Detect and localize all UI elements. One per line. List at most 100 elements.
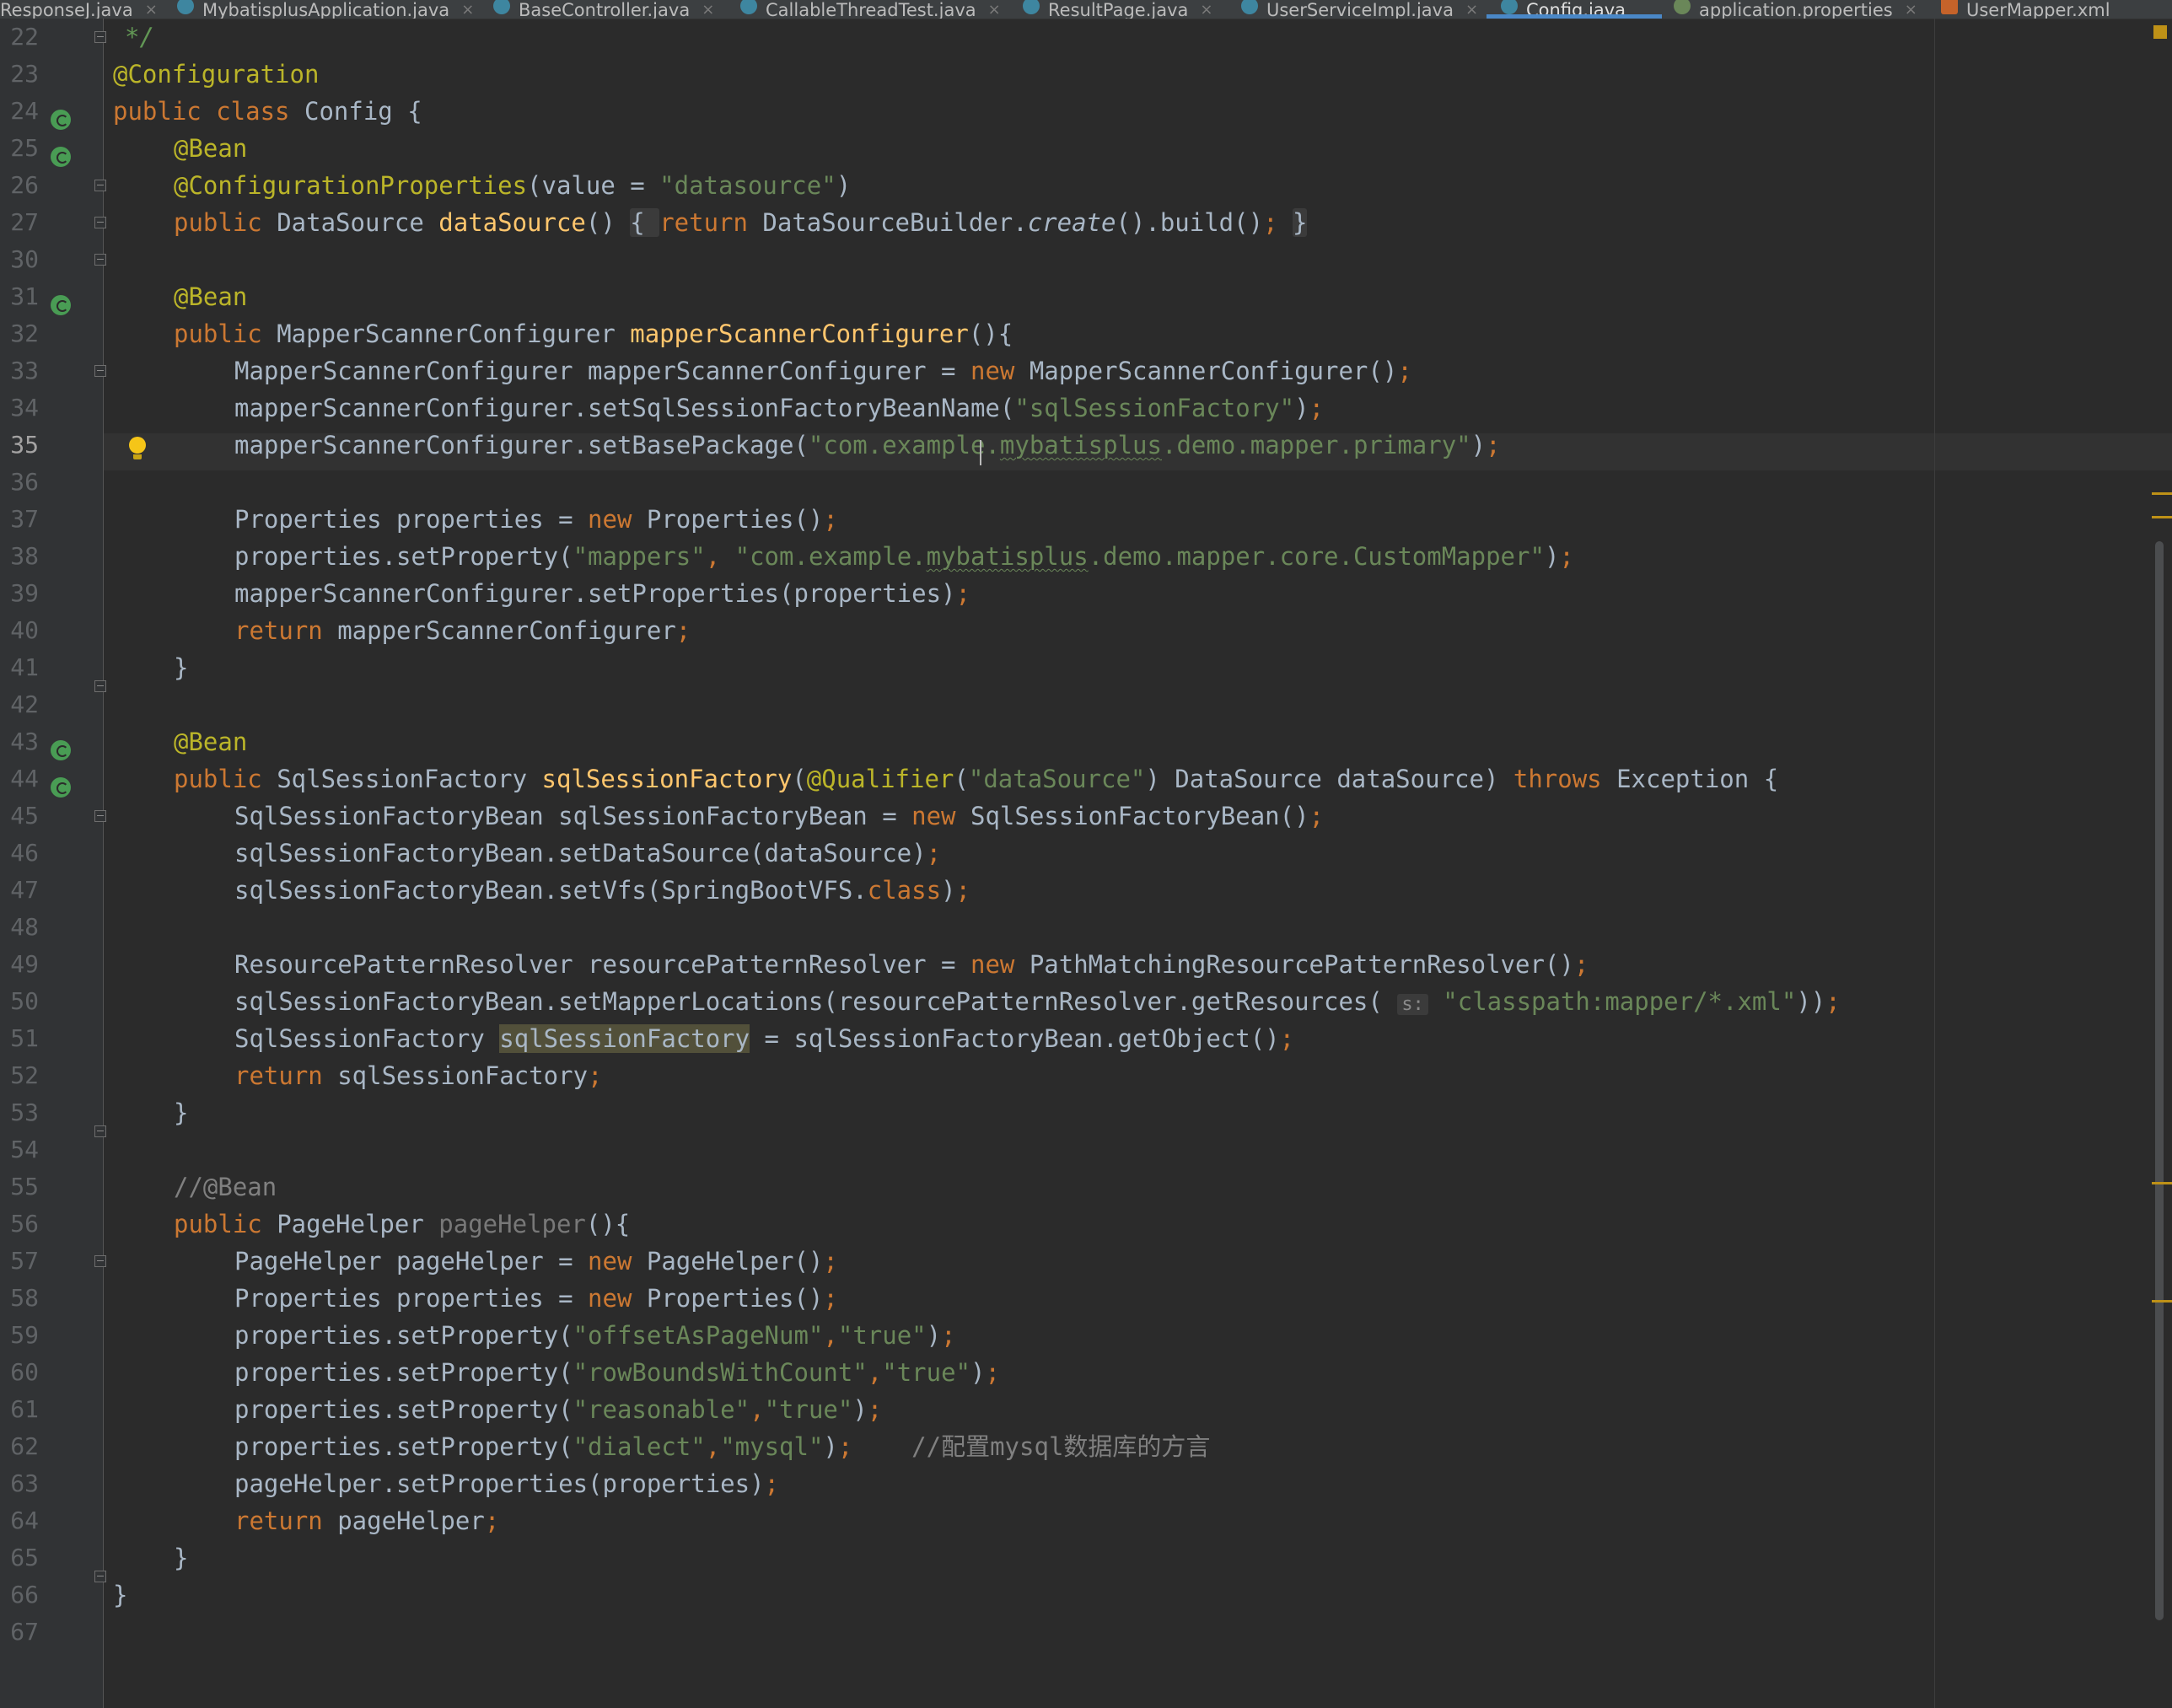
line-number: 23 <box>10 60 39 88</box>
line-number: 45 <box>10 802 39 830</box>
code-text[interactable]: */ <box>125 19 154 56</box>
code-text[interactable]: Properties properties = new Properties()… <box>234 1280 838 1317</box>
line-number: 31 <box>10 282 39 310</box>
line-number: 25 <box>10 134 39 162</box>
close-icon[interactable]: × <box>461 3 474 18</box>
code-text[interactable]: } <box>113 1576 127 1614</box>
code-text[interactable]: return pageHelper; <box>234 1502 499 1539</box>
code-text[interactable]: MapperScannerConfigurer mapperScannerCon… <box>234 352 1412 389</box>
tab-application-properties[interactable]: application.properties × <box>1674 0 1917 19</box>
code-text[interactable]: properties.setProperty("reasonable","tru… <box>234 1391 882 1428</box>
line-number: 61 <box>10 1395 39 1423</box>
code-text[interactable]: properties.setProperty("rowBoundsWithCou… <box>234 1354 1000 1391</box>
code-text[interactable]: @ConfigurationProperties(value = "dataso… <box>174 167 851 204</box>
tab-label: ResultPage.java <box>1048 0 1189 19</box>
code-line: 67 <box>0 1614 2172 1651</box>
code-text[interactable]: pageHelper.setProperties(properties); <box>234 1465 779 1502</box>
line-number: 32 <box>10 320 39 347</box>
code-text[interactable]: public MapperScannerConfigurer mapperSca… <box>174 315 1013 352</box>
tab-callable-thread-test[interactable]: CallableThreadTest.java × <box>740 0 1001 19</box>
line-number: 65 <box>10 1544 39 1571</box>
tab-base-controller[interactable]: BaseController.java × <box>493 0 714 19</box>
scrollbar-thumb[interactable] <box>2155 541 2164 1620</box>
tab-user-mapper-xml[interactable]: UserMapper.xml <box>1941 0 2110 19</box>
code-text[interactable]: return sqlSessionFactory; <box>234 1057 603 1094</box>
tab-responsej[interactable]: ResponseJ.java × <box>0 0 158 19</box>
code-text[interactable]: return mapperScannerConfigurer; <box>234 612 691 649</box>
code-line: 36 <box>0 464 2172 501</box>
code-line: 32 public MapperScannerConfigurer mapperS… <box>0 315 2172 352</box>
line-number: 48 <box>10 913 39 941</box>
code-text[interactable]: public DataSource dataSource() { return … <box>174 204 1308 241</box>
code-text[interactable]: //@Bean <box>174 1168 277 1206</box>
close-icon[interactable]: × <box>702 3 714 18</box>
code-text[interactable]: properties.setProperty("dialect","mysql"… <box>234 1428 1210 1465</box>
code-text[interactable]: properties.setProperty("mappers", "com.e… <box>234 538 1574 575</box>
code-text[interactable]: mapperScannerConfigurer.setProperties(pr… <box>234 575 970 612</box>
code-text[interactable]: properties.setProperty("offsetAsPageNum"… <box>234 1317 956 1354</box>
code-text[interactable]: sqlSessionFactoryBean.setVfs(SpringBootV… <box>234 872 970 909</box>
close-icon[interactable]: × <box>145 3 158 18</box>
warning-stripe[interactable] <box>2152 516 2172 518</box>
code-text[interactable]: mapperScannerConfigurer.setSqlSessionFac… <box>234 389 1324 427</box>
warning-stripe[interactable] <box>2152 492 2172 495</box>
tab-label: application.properties <box>1699 0 1893 19</box>
code-text[interactable]: PageHelper pageHelper = new PageHelper()… <box>234 1243 838 1280</box>
tab-mybatisplus-application[interactable]: MybatisplusApplication.java × <box>177 0 474 19</box>
line-number: 52 <box>10 1061 39 1089</box>
code-text[interactable]: @Bean <box>174 130 247 167</box>
tab-user-service-impl[interactable]: UserServiceImpl.java × <box>1241 0 1478 19</box>
warning-indicator-icon[interactable] <box>2153 25 2167 39</box>
code-text[interactable]: mapperScannerConfigurer.setBasePackage("… <box>234 427 1501 464</box>
code-text[interactable]: ResourcePatternResolver resourcePatternR… <box>234 946 1589 983</box>
code-line: 47 sqlSessionFactoryBean.setVfs(SpringBoo… <box>0 872 2172 909</box>
warning-stripe[interactable] <box>2152 1182 2172 1184</box>
line-number: 46 <box>10 839 39 867</box>
tab-label: UserServiceImpl.java <box>1266 0 1454 19</box>
code-text[interactable]: SqlSessionFactory sqlSessionFactory = sq… <box>234 1020 1294 1057</box>
line-number: 27 <box>10 208 39 236</box>
code-text[interactable]: } <box>174 649 188 686</box>
close-icon[interactable]: × <box>1200 3 1212 18</box>
line-number: 67 <box>10 1618 39 1646</box>
code-text[interactable]: public PageHelper pageHelper(){ <box>174 1206 630 1243</box>
code-text[interactable]: public SqlSessionFactory sqlSessionFacto… <box>174 760 1778 798</box>
line-number: 56 <box>10 1210 39 1238</box>
code-text[interactable]: @Bean <box>174 723 247 760</box>
warning-stripe[interactable] <box>2152 1300 2172 1302</box>
code-text[interactable]: sqlSessionFactoryBean.setMapperLocations… <box>234 983 1841 1020</box>
code-text[interactable]: @Bean <box>174 278 247 315</box>
code-text[interactable]: } <box>174 1539 188 1576</box>
line-number: 34 <box>10 394 39 422</box>
tab-result-page[interactable]: ResultPage.java × <box>1023 0 1213 19</box>
tab-label: ResponseJ.java <box>0 0 133 19</box>
line-number: 36 <box>10 468 39 496</box>
parameter-hint: s: <box>1397 994 1428 1015</box>
code-text[interactable]: } <box>174 1094 188 1131</box>
code-text[interactable]: Properties properties = new Properties()… <box>234 501 838 538</box>
code-text[interactable]: sqlSessionFactoryBean.setDataSource(data… <box>234 835 941 872</box>
close-icon[interactable]: × <box>1905 3 1917 18</box>
code-line: 42 <box>0 686 2172 723</box>
line-number: 63 <box>10 1469 39 1497</box>
code-text[interactable]: public class Config { <box>113 93 422 130</box>
line-number: 38 <box>10 542 39 570</box>
code-line: 39 mapperScannerConfigurer.setProperties(… <box>0 575 2172 612</box>
code-line: 43 @Bean <box>0 723 2172 760</box>
line-number: 49 <box>10 950 39 978</box>
line-number: 55 <box>10 1173 39 1200</box>
code-text[interactable]: @Configuration <box>113 56 319 93</box>
code-text[interactable]: SqlSessionFactoryBean sqlSessionFactoryB… <box>234 798 1324 835</box>
line-number: 66 <box>10 1581 39 1609</box>
code-line: 44 public SqlSessionFactory sqlSessionFac… <box>0 760 2172 798</box>
close-icon[interactable]: × <box>1465 3 1478 18</box>
code-line: 24 public class Config { <box>0 93 2172 130</box>
code-line: 62 properties.setProperty("dialect","mysq… <box>0 1428 2172 1465</box>
code-line: 35 mapperScannerConfigurer.setBasePackage… <box>0 427 2172 464</box>
line-number: 37 <box>10 505 39 533</box>
code-line: 64 return pageHelper; <box>0 1502 2172 1539</box>
close-icon[interactable]: × <box>988 3 1001 18</box>
code-line: 52 return sqlSessionFactory; <box>0 1057 2172 1094</box>
line-number: 57 <box>10 1247 39 1275</box>
code-editor[interactable]: 22 */ 23 @Configuration 24 public class Con… <box>0 19 2172 1708</box>
